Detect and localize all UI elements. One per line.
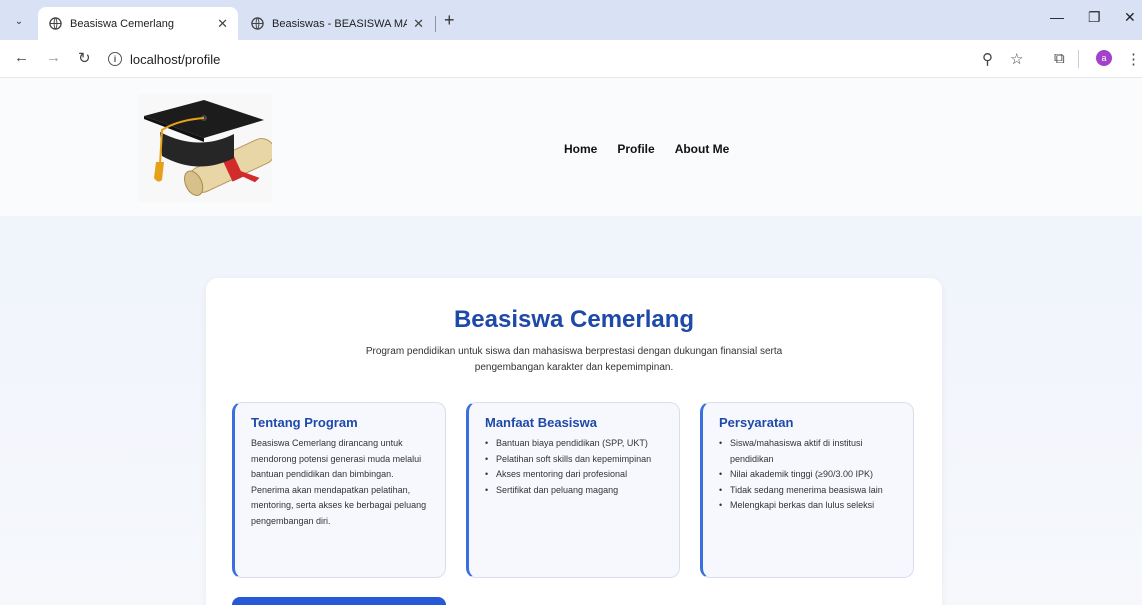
benefits-box: Manfaat Beasiswa Bantuan biaya pendidika… — [466, 402, 680, 578]
browser-menu-icon[interactable]: ⋮ — [1126, 50, 1141, 68]
list-item: Siswa/mahasiswa aktif di institusi pendi… — [719, 436, 899, 467]
list-item: Nilai akademik tinggi (≥90/3.00 IPK) — [719, 467, 899, 483]
minimize-icon[interactable]: — — [1050, 9, 1064, 25]
program-title: Beasiswa Cemerlang — [453, 306, 695, 333]
about-text: Beasiswa Cemerlang dirancang untuk mendo… — [251, 438, 427, 526]
url-text: localhost/profile — [130, 51, 221, 67]
tab-close-icon[interactable]: ✕ — [413, 16, 424, 32]
tab-title: Beasiswa Cemerlang — [70, 17, 174, 30]
nav-home[interactable]: Home — [564, 142, 597, 156]
nav-about-me[interactable]: About Me — [675, 142, 730, 156]
about-heading: Tentang Program — [251, 415, 358, 430]
tab-divider — [435, 16, 436, 32]
requirements-list: Siswa/mahasiswa aktif di institusi pendi… — [719, 436, 899, 514]
nav-profile[interactable]: Profile — [617, 142, 654, 156]
list-item: Melengkapi berkas dan lulus seleksi — [719, 498, 899, 514]
new-tab-plus-icon[interactable]: + — [444, 10, 455, 31]
tab-title: Beasiswas - BEASISWA MAHAS — [272, 17, 408, 30]
bookmark-star-icon[interactable]: ☆ — [1010, 50, 1023, 68]
program-description: Program pendidikan untuk siswa dan mahas… — [365, 346, 783, 373]
extensions-puzzle-icon[interactable]: ⧉ — [1054, 50, 1065, 67]
back-arrow-icon[interactable]: ← — [14, 49, 29, 66]
restore-icon[interactable]: ❐ — [1088, 9, 1101, 26]
globe-icon — [250, 17, 264, 31]
site-header: Home Profile About Me — [0, 78, 1142, 216]
list-item: Bantuan biaya pendidikan (SPP, UKT) — [485, 436, 665, 452]
benefits-heading: Manfaat Beasiswa — [485, 415, 597, 430]
program-card: Beasiswa Cemerlang Program pendidikan un… — [206, 278, 942, 605]
requirements-box: Persyaratan Siswa/mahasiswa aktif di ins… — [700, 402, 914, 578]
tab-close-icon[interactable]: ✕ — [217, 16, 228, 32]
list-item: Akses mentoring dari profesional — [485, 467, 665, 483]
reload-icon[interactable]: ↻ — [78, 49, 91, 67]
page-body: Home Profile About Me Beasiswa Cemerlang… — [0, 78, 1142, 605]
address-bar[interactable]: i localhost/profile — [108, 46, 1018, 72]
browser-toolbar: ← → ↻ i localhost/profile ⚲ ☆ ⧉ ⋮ — [0, 40, 1142, 78]
site-nav: Home Profile About Me — [564, 142, 729, 156]
tab-search-chevron-icon[interactable]: ⌄ — [9, 11, 29, 31]
tab-beasiswas[interactable]: Beasiswas - BEASISWA MAHAS ✕ — [240, 7, 434, 40]
toolbar-divider — [1078, 50, 1079, 68]
list-item: Pelatihan soft skills dan kepemimpinan — [485, 452, 665, 468]
list-item: Sertifikat dan peluang magang — [485, 483, 665, 499]
site-info-icon[interactable]: i — [108, 52, 122, 66]
browser-tab-bar: ⌄ Beasiswa Cemerlang ✕ Beasiswas - BEASI… — [0, 0, 1142, 40]
list-item: Tidak sedang menerima beasiswa lain — [719, 483, 899, 499]
graduation-cap-logo — [138, 94, 276, 202]
about-program-box: Tentang Program Beasiswa Cemerlang diran… — [232, 402, 446, 578]
forward-arrow-icon[interactable]: → — [46, 49, 61, 66]
profile-avatar[interactable]: a — [1096, 50, 1112, 66]
benefits-list: Bantuan biaya pendidikan (SPP, UKT) Pela… — [485, 436, 665, 498]
requirements-heading: Persyaratan — [719, 415, 794, 430]
zoom-icon[interactable]: ⚲ — [982, 50, 993, 68]
close-window-icon[interactable]: ✕ — [1124, 9, 1136, 26]
tab-beasiswa-cemerlang[interactable]: Beasiswa Cemerlang ✕ — [38, 7, 238, 40]
cta-button[interactable] — [232, 597, 446, 605]
globe-icon — [48, 17, 62, 31]
